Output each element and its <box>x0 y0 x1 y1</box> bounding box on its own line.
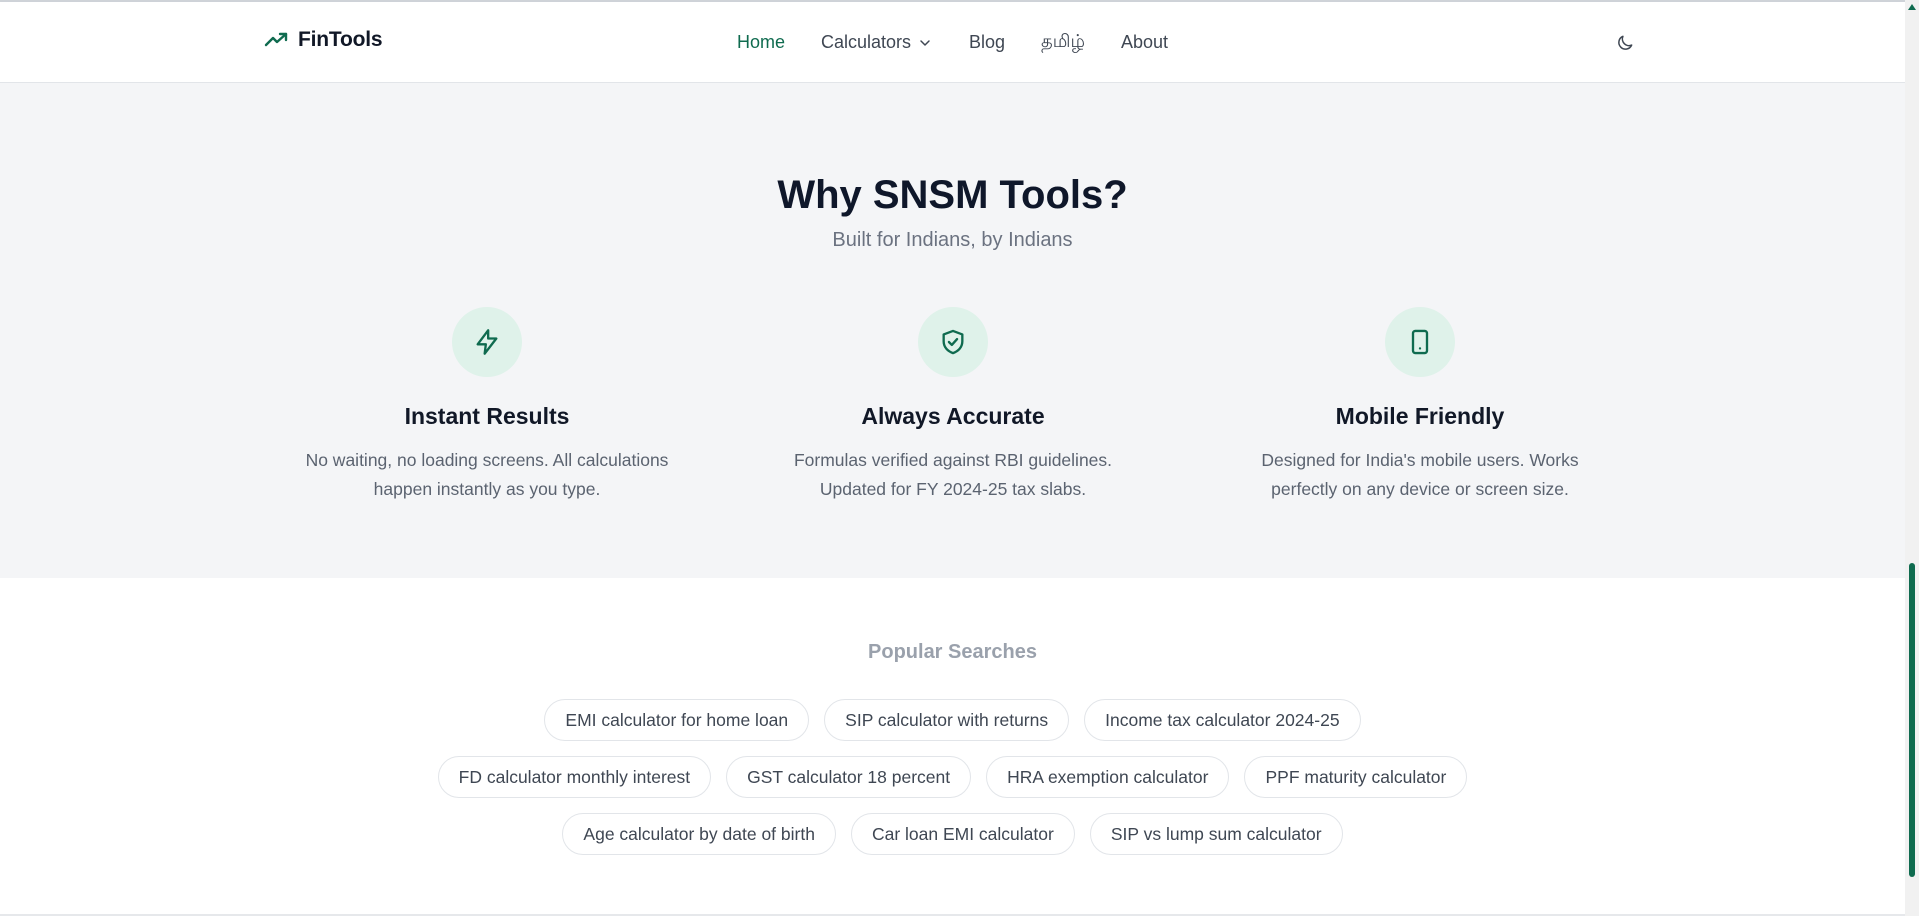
scrollbar-thumb[interactable] <box>1909 563 1915 877</box>
feature-title: Mobile Friendly <box>1335 403 1505 429</box>
features-title: Why SNSM Tools? <box>777 173 1128 217</box>
shield-check-icon <box>942 329 964 355</box>
search-pill[interactable]: SIP calculator with returns <box>824 699 1070 741</box>
feature-desc-line: happen instantly as you type. <box>373 479 601 499</box>
search-pill[interactable]: FD calculator monthly interest <box>437 756 712 798</box>
feature-description: Designed for India's mobile users. Works… <box>1210 446 1630 504</box>
smartphone-icon <box>1411 329 1429 355</box>
nav-about[interactable]: About <box>1121 32 1168 53</box>
brand-name: FinTools <box>298 28 383 51</box>
feature-title: Instant Results <box>404 403 570 429</box>
chevron-down-icon <box>920 39 930 46</box>
search-pill[interactable]: EMI calculator for home loan <box>544 699 810 741</box>
feature-desc-line: Formulas verified against RBI guidelines… <box>793 450 1113 470</box>
feature-title: Always Accurate <box>861 403 1045 429</box>
search-pill[interactable]: Age calculator by date of birth <box>562 813 836 855</box>
search-pill[interactable]: PPF maturity calculator <box>1244 756 1468 798</box>
feature-icon-badge <box>452 307 522 377</box>
popular-searches-row: Age calculator by date of birth Car loan… <box>0 813 1905 855</box>
feature-description: No waiting, no loading screens. All calc… <box>277 446 697 504</box>
trending-up-icon <box>264 32 288 47</box>
nav-tamil[interactable]: தமிழ் <box>1041 31 1085 54</box>
feature-desc-line: Updated for FY 2024-25 tax slabs. <box>819 479 1087 499</box>
nav-items: Home Calculators Blog தமிழ் About <box>737 31 1168 54</box>
triangle-up-icon <box>1908 4 1916 10</box>
features-section: Why SNSM Tools? Built for Indians, by In… <box>0 83 1905 578</box>
nav-blog[interactable]: Blog <box>969 32 1005 53</box>
search-pill[interactable]: Car loan EMI calculator <box>850 813 1075 855</box>
feature-desc-line: perfectly on any device or screen size. <box>1271 479 1569 499</box>
moon-icon <box>1618 35 1633 50</box>
search-pill[interactable]: SIP vs lump sum calculator <box>1089 813 1343 855</box>
search-pill[interactable]: GST calculator 18 percent <box>726 756 972 798</box>
feature-description: Formulas verified against RBI guidelines… <box>743 446 1163 504</box>
feature-icon-badge <box>1385 307 1455 377</box>
scroll-up-arrow[interactable] <box>1907 2 1917 12</box>
feature-card-mobile: Mobile Friendly Designed for India's mob… <box>1210 307 1630 504</box>
feature-desc-line: Designed for India's mobile users. Works <box>1261 450 1579 470</box>
popular-searches-row: FD calculator monthly interest GST calcu… <box>0 756 1905 798</box>
feature-desc-line: No waiting, no loading screens. All calc… <box>305 450 669 470</box>
popular-searches-row: EMI calculator for home loan SIP calcula… <box>0 699 1905 741</box>
feature-card-instant: Instant Results No waiting, no loading s… <box>277 307 697 504</box>
lightning-icon <box>476 329 498 355</box>
search-pill[interactable]: HRA exemption calculator <box>986 756 1230 798</box>
brand-logo[interactable]: FinTools <box>264 28 383 52</box>
nav-calculators-label: Calculators <box>820 32 912 52</box>
nav-calculators[interactable]: Calculators <box>821 32 933 53</box>
feature-card-accurate: Always Accurate Formulas verified agains… <box>743 307 1163 504</box>
feature-icon-badge <box>918 307 988 377</box>
theme-toggle-button[interactable] <box>1612 30 1638 56</box>
search-pill[interactable]: Income tax calculator 2024-25 <box>1084 699 1361 741</box>
popular-searches-title: Popular Searches <box>868 641 1037 663</box>
nav-home[interactable]: Home <box>737 32 785 53</box>
features-subtitle: Built for Indians, by Indians <box>832 229 1073 251</box>
site-header: FinTools Home Calculators Blog தமிழ் Abo… <box>0 2 1905 83</box>
